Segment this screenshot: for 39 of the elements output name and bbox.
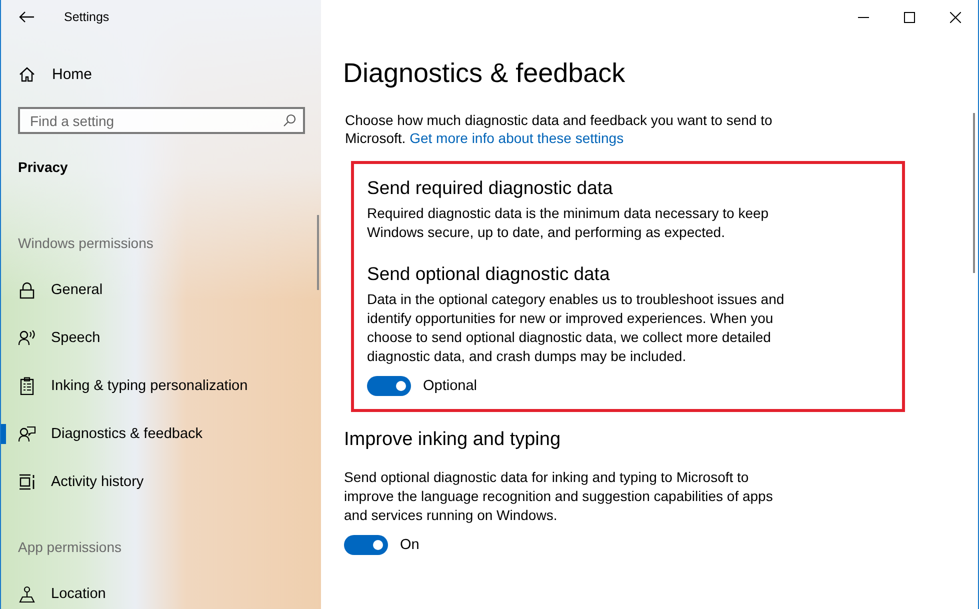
section-description: Data in the optional category enables us to troubleshoot issues and identify opportunities for new or improved experiences. When you choose to send optional diagnostic data, we collect more detailed diagnostic data, and crash dumps may be included. [367, 290, 786, 366]
page-title: Diagnostics & feedback [343, 57, 626, 90]
info-link[interactable]: Get more info about these settings [410, 130, 624, 146]
nav-item[interactable]: Speech [1, 314, 321, 362]
home-icon [19, 66, 35, 82]
nav-item[interactable]: Diagnostics & feedback [1, 410, 321, 458]
clipboard-icon [18, 377, 36, 395]
section-description: Send optional diagnostic data for inking and typing to Microsoft to improve the language recognition and suggestion capabilities of apps and services running on Windows. [344, 468, 774, 525]
section-title: Privacy [17, 158, 69, 177]
toggle-label: Optional [423, 378, 478, 394]
close-icon [950, 12, 960, 22]
back-arrow-icon[interactable] [18, 11, 34, 23]
nav-item[interactable]: Inking & typing personalization [1, 362, 321, 410]
home-link[interactable]: Home [1, 50, 321, 98]
location-pin-icon [18, 586, 36, 602]
person-speaking-icon [18, 330, 36, 346]
maximize-icon [904, 12, 914, 22]
section-description: Required diagnostic data is the minimum data necessary to keep Windows secure, up to date, and performing as expected. [367, 204, 770, 242]
group-heading: Windows permissions [17, 234, 154, 253]
window-title: Settings [64, 10, 110, 24]
scrollbar[interactable] [973, 113, 975, 273]
group-heading: App permissions [17, 538, 122, 557]
nav-item[interactable]: General [1, 266, 321, 314]
section-heading: Send optional diagnostic data [367, 262, 611, 286]
section-heading: Send required diagnostic data [367, 176, 614, 200]
nav-item[interactable]: Activity history [1, 458, 321, 506]
toggle-switch[interactable] [344, 535, 388, 555]
section-heading: Improve inking and typing [344, 428, 562, 452]
toggle-label: On [400, 537, 420, 553]
search-field[interactable]: Find a setting [18, 107, 305, 134]
scrollbar[interactable] [317, 215, 319, 290]
toggle-switch[interactable] [367, 376, 411, 396]
timeline-icon [18, 474, 36, 490]
search-icon[interactable] [283, 114, 296, 127]
person-feedback-icon [18, 426, 36, 442]
nav-item[interactable]: Location [1, 570, 321, 609]
lock-icon [18, 282, 36, 298]
intro-text: Choose how much diagnostic data and feedback you want to send to Microsoft. Get more info about these settings [345, 111, 774, 147]
minimize-icon [858, 16, 868, 18]
